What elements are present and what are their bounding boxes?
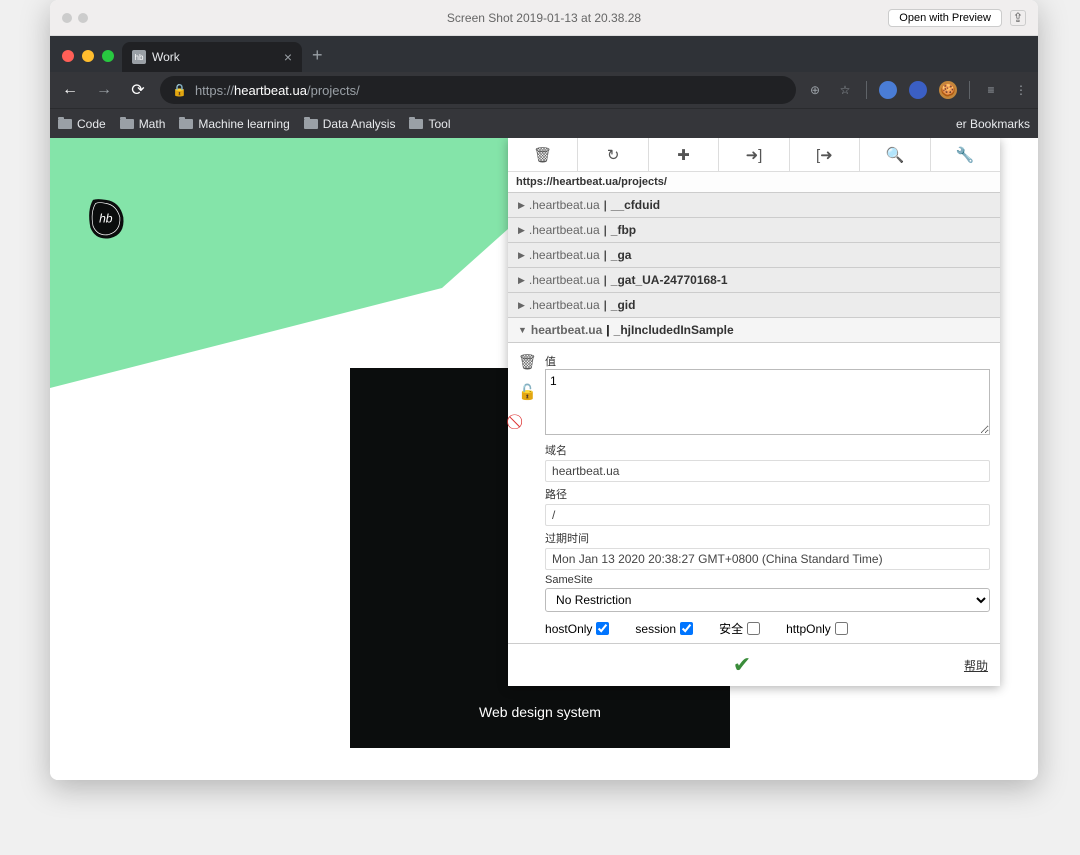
back-button[interactable]: ← (58, 81, 82, 99)
window-minimize-icon[interactable] (82, 50, 94, 62)
confirm-button[interactable]: ✔ (733, 652, 751, 678)
share-icon[interactable]: ⇪ (1010, 10, 1026, 26)
httponly-check[interactable]: httpOnly (786, 622, 848, 636)
page-content: hb Web design system 🗑 ↻ ✚ ➜] [➜ 🔍 🔧 htt… (50, 138, 1038, 780)
cookie-row[interactable]: ▶.heartbeat.ua|_fbp (508, 218, 1000, 243)
forward-button[interactable]: → (92, 81, 116, 99)
path-label: 路径 (545, 486, 990, 502)
chevron-right-icon: ▶ (518, 275, 525, 286)
cookie-row[interactable]: ▶.heartbeat.ua|_ga (508, 243, 1000, 268)
star-icon[interactable]: ☆ (836, 81, 854, 99)
mac-titlebar: Screen Shot 2019-01-13 at 20.38.28 Open … (50, 0, 1038, 36)
folder-icon (409, 119, 423, 129)
path-input[interactable] (545, 504, 990, 526)
bookmark-code[interactable]: Code (58, 117, 106, 131)
extension-icon-2[interactable] (909, 81, 927, 99)
cookie-row[interactable]: ▶.heartbeat.ua|__cfduid (508, 193, 1000, 218)
quicklook-close-icon[interactable] (62, 13, 72, 23)
delete-all-button[interactable]: 🗑 (508, 138, 578, 172)
export-button[interactable]: [➜ (790, 138, 860, 172)
chrome-toolbar: ← → ⟳ 🔒 https://heartbeat.ua/projects/ ⊕… (50, 72, 1038, 108)
samesite-label: SameSite (545, 574, 990, 586)
cookie-row[interactable]: ▶.heartbeat.ua|_gid (508, 293, 1000, 318)
value-label: 值 (545, 353, 990, 369)
folder-icon (304, 119, 318, 129)
menu-icon[interactable]: ⋮ (1012, 81, 1030, 99)
chevron-right-icon: ▶ (518, 200, 525, 211)
divider (866, 81, 867, 99)
svg-text:hb: hb (99, 211, 113, 225)
chevron-right-icon: ▶ (518, 300, 525, 311)
block-icon[interactable]: ⃠ (518, 413, 537, 430)
panel-footer: ✔ 帮助 (508, 643, 1000, 686)
reload-button[interactable]: ⟳ (126, 80, 150, 100)
bookmark-ml[interactable]: Machine learning (179, 117, 289, 131)
new-tab-button[interactable]: + (302, 45, 333, 72)
chrome-tabstrip: hb Work × + (50, 36, 1038, 72)
lock-icon: 🔒 (172, 83, 187, 97)
extension-icon-1[interactable] (879, 81, 897, 99)
mac-traffic-lights (62, 13, 88, 23)
card-title: Web design system (479, 704, 601, 720)
translate-icon[interactable]: ⊕ (806, 81, 824, 99)
bookmark-tool[interactable]: Tool (409, 117, 450, 131)
chrome-browser: hb Work × + ← → ⟳ 🔒 https://heartbeat.ua… (50, 36, 1038, 138)
window-close-icon[interactable] (62, 50, 74, 62)
extension-icons: ⊕ ☆ 🍪 ≡ ⋮ (806, 81, 1030, 99)
bookmark-math[interactable]: Math (120, 117, 166, 131)
folder-icon (58, 119, 72, 129)
domain-label: 域名 (545, 442, 990, 458)
address-bar[interactable]: 🔒 https://heartbeat.ua/projects/ (160, 76, 796, 104)
import-button[interactable]: ➜] (719, 138, 789, 172)
bookmarks-bar: Code Math Machine learning Data Analysis… (50, 108, 1038, 138)
quicklook-index-icon[interactable] (78, 13, 88, 23)
cookie-detail: 🗑 🔓 ⃠ 值 1 域名 路径 过期时间 SameSite No Restric… (508, 343, 1000, 643)
expires-label: 过期时间 (545, 530, 990, 546)
mac-window-title: Screen Shot 2019-01-13 at 20.38.28 (447, 11, 641, 25)
panel-toolbar: 🗑 ↻ ✚ ➜] [➜ 🔍 🔧 (508, 138, 1000, 172)
favicon-icon: hb (132, 50, 146, 64)
delete-cookie-icon[interactable]: 🗑 (518, 353, 537, 371)
tab-title: Work (152, 50, 180, 64)
refresh-button[interactable]: ↻ (578, 138, 648, 172)
chevron-right-icon: ▶ (518, 250, 525, 261)
heartbeat-logo[interactable]: hb (80, 193, 132, 245)
unlock-icon[interactable]: 🔓 (518, 383, 537, 401)
samesite-select[interactable]: No Restriction (545, 588, 990, 612)
domain-input[interactable] (545, 460, 990, 482)
tab-close-icon[interactable]: × (284, 49, 292, 65)
tab-work[interactable]: hb Work × (122, 42, 302, 72)
mac-window: Screen Shot 2019-01-13 at 20.38.28 Open … (50, 0, 1038, 780)
cookie-editor-panel: 🗑 ↻ ✚ ➜] [➜ 🔍 🔧 https://heartbeat.ua/pro… (508, 138, 1000, 686)
secure-check[interactable]: 安全 (719, 620, 760, 637)
url-text: https://heartbeat.ua/projects/ (195, 83, 360, 98)
settings-button[interactable]: 🔧 (931, 138, 1000, 172)
chevron-down-icon: ▼ (518, 325, 527, 335)
devices-icon[interactable]: ≡ (982, 81, 1000, 99)
search-button[interactable]: 🔍 (860, 138, 930, 172)
bookmark-data[interactable]: Data Analysis (304, 117, 396, 131)
cookie-row-expanded[interactable]: ▼heartbeat.ua|_hjIncludedInSample (508, 318, 1000, 343)
divider (969, 81, 970, 99)
folder-icon (179, 119, 193, 129)
add-button[interactable]: ✚ (649, 138, 719, 172)
folder-icon (120, 119, 134, 129)
hostonly-check[interactable]: hostOnly (545, 622, 609, 636)
other-bookmarks[interactable]: er Bookmarks (956, 117, 1030, 131)
cookie-extension-icon[interactable]: 🍪 (939, 81, 957, 99)
session-check[interactable]: session (635, 622, 693, 636)
chevron-right-icon: ▶ (518, 225, 525, 236)
open-with-preview-button[interactable]: Open with Preview (888, 9, 1002, 27)
window-maximize-icon[interactable] (102, 50, 114, 62)
value-textarea[interactable]: 1 (545, 369, 990, 435)
cookie-row[interactable]: ▶.heartbeat.ua|_gat_UA-24770168-1 (508, 268, 1000, 293)
expires-input[interactable] (545, 548, 990, 570)
panel-url: https://heartbeat.ua/projects/ (508, 172, 1000, 193)
help-link[interactable]: 帮助 (964, 657, 988, 674)
